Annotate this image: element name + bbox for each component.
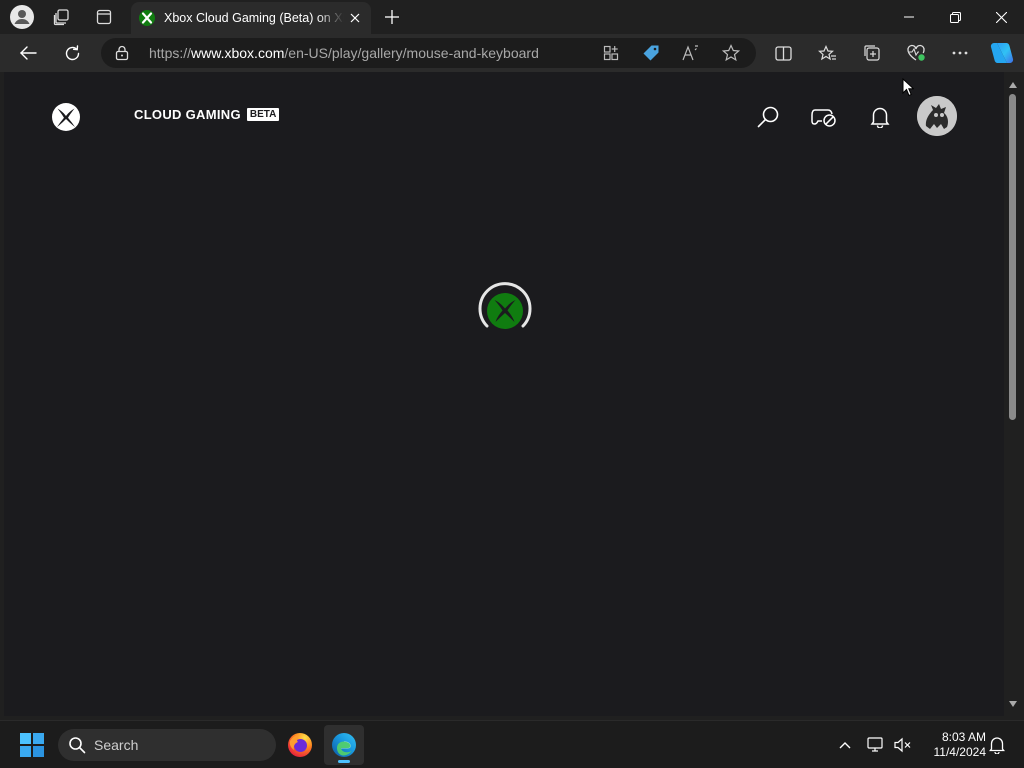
copilot-icon[interactable] bbox=[988, 40, 1016, 66]
profile-icon[interactable] bbox=[8, 4, 36, 30]
scroll-up-arrow-icon[interactable] bbox=[1008, 80, 1018, 90]
page-viewport: CLOUD GAMING BETA bbox=[4, 72, 1004, 716]
browser-titlebar: Xbox Cloud Gaming (Beta) on Xbox.com bbox=[0, 0, 1024, 34]
tab-actions-icon[interactable] bbox=[90, 4, 118, 30]
volume-muted-icon[interactable] bbox=[893, 735, 913, 755]
clock-date: 11/4/2024 bbox=[933, 745, 987, 759]
show-hidden-icons-chevron-up-icon[interactable] bbox=[835, 735, 855, 755]
taskbar-search-placeholder: Search bbox=[94, 737, 139, 753]
tab-title: Xbox Cloud Gaming (Beta) on Xbox.com bbox=[164, 11, 344, 25]
shopping-tag-icon[interactable] bbox=[639, 42, 663, 64]
windows-start-icon[interactable] bbox=[20, 733, 44, 757]
clock-time: 8:03 AM bbox=[941, 730, 986, 744]
workspaces-icon[interactable] bbox=[48, 4, 76, 30]
scroll-thumb[interactable] bbox=[1009, 94, 1016, 420]
taskbar-clock[interactable]: 8:03 AM 11/4/2024 bbox=[918, 730, 987, 760]
brand-title[interactable]: CLOUD GAMING BETA bbox=[134, 107, 280, 122]
network-icon[interactable] bbox=[866, 735, 886, 755]
close-tab-icon[interactable] bbox=[347, 10, 363, 26]
new-tab-button[interactable] bbox=[380, 5, 404, 29]
xbox-logo-icon[interactable] bbox=[51, 102, 81, 132]
user-avatar[interactable] bbox=[917, 96, 957, 136]
active-app-indicator bbox=[338, 760, 350, 763]
collections-icon[interactable] bbox=[858, 40, 886, 66]
url-prefix: https:// bbox=[149, 45, 192, 61]
page-scrollbar[interactable] bbox=[1004, 72, 1024, 716]
windows-taskbar: Search 8:03 AM 11/4/2024 bbox=[0, 720, 1024, 768]
refresh-button[interactable] bbox=[58, 40, 86, 66]
restore-button[interactable] bbox=[932, 0, 978, 34]
read-aloud-icon[interactable] bbox=[679, 42, 703, 64]
taskbar-search-box[interactable]: Search bbox=[58, 729, 276, 761]
close-window-button[interactable] bbox=[978, 0, 1024, 34]
brand-name: CLOUD GAMING bbox=[134, 107, 241, 122]
search-icon bbox=[69, 737, 86, 754]
mouse-cursor-icon bbox=[902, 78, 914, 97]
favorite-star-icon[interactable] bbox=[719, 42, 743, 64]
favorites-icon[interactable] bbox=[813, 40, 841, 66]
tab-xbox-cloud-gaming[interactable]: Xbox Cloud Gaming (Beta) on Xbox.com bbox=[131, 2, 371, 34]
notification-center-bell-icon[interactable] bbox=[987, 735, 1007, 755]
browser-essentials-icon[interactable] bbox=[902, 40, 930, 66]
notifications-bell-icon[interactable] bbox=[865, 102, 895, 132]
address-bar[interactable]: https://www.xbox.com/en-US/play/gallery/… bbox=[101, 38, 756, 68]
browser-toolbar: https://www.xbox.com/en-US/play/gallery/… bbox=[0, 34, 1024, 72]
edge-taskbar-icon[interactable] bbox=[324, 725, 364, 765]
split-screen-icon[interactable] bbox=[769, 40, 797, 66]
xbox-favicon-icon bbox=[139, 10, 155, 26]
beta-badge: BETA bbox=[246, 108, 280, 121]
url-text[interactable]: https://www.xbox.com/en-US/play/gallery/… bbox=[149, 45, 539, 61]
loading-spinner-icon bbox=[478, 282, 532, 329]
more-menu-icon[interactable] bbox=[946, 40, 974, 66]
back-button[interactable] bbox=[14, 40, 42, 66]
minimize-button[interactable] bbox=[886, 0, 932, 34]
scroll-down-arrow-icon[interactable] bbox=[1008, 699, 1018, 709]
url-path: /en-US/play/gallery/mouse-and-keyboard bbox=[284, 45, 539, 61]
url-domain: www.xbox.com bbox=[191, 45, 285, 61]
lock-icon[interactable] bbox=[115, 45, 129, 61]
search-icon[interactable] bbox=[753, 102, 783, 132]
firefox-taskbar-icon[interactable] bbox=[280, 725, 320, 765]
app-available-icon[interactable] bbox=[599, 42, 623, 64]
no-controller-icon[interactable] bbox=[809, 102, 839, 132]
